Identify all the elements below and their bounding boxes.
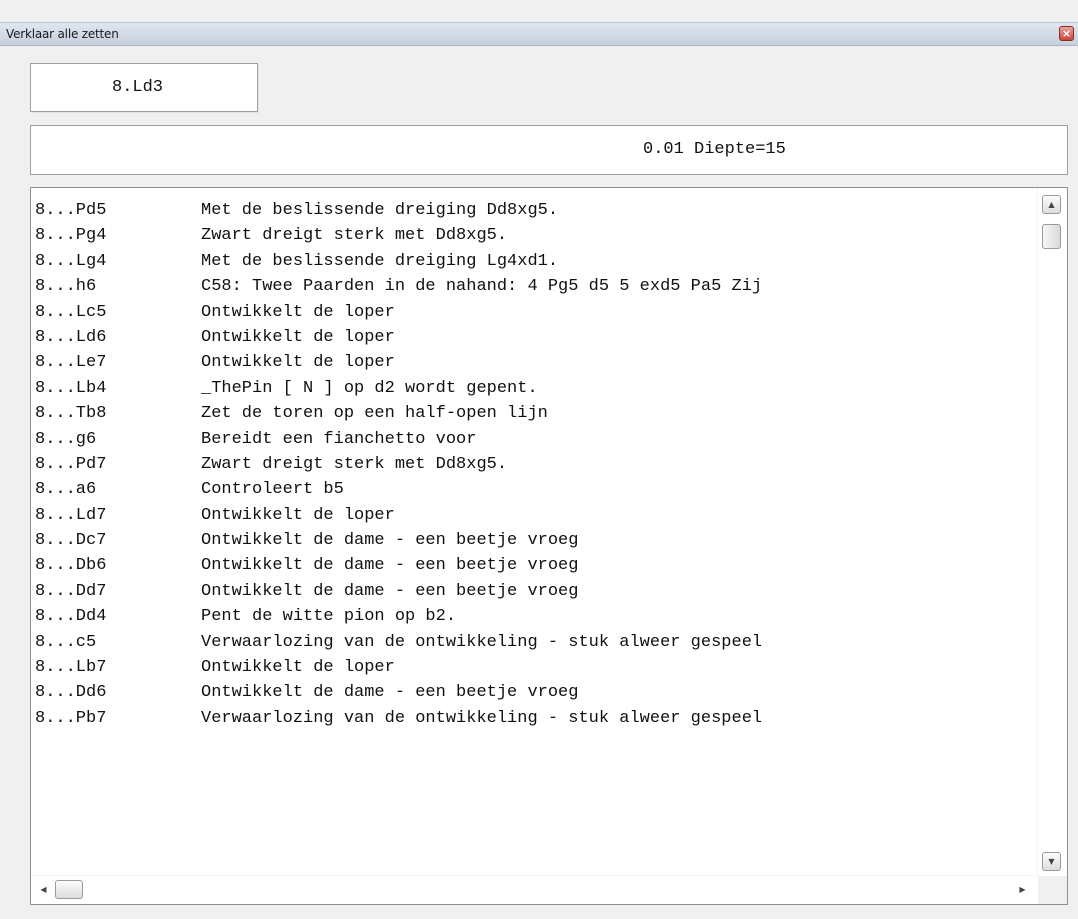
horizontal-scrollbar[interactable]: ◀ ▶	[31, 875, 1039, 904]
move-explanation: Zwart dreigt sterk met Dd8xg5.	[201, 454, 508, 474]
vertical-scroll-thumb[interactable]	[1042, 224, 1061, 249]
vertical-scrollbar[interactable]: ▲ ▼	[1037, 188, 1067, 878]
move-explanation: Ontwikkelt de loper	[201, 302, 395, 322]
move-explanation: Pent de witte pion op b2.	[201, 607, 457, 627]
move-notation: 8...Lg4	[35, 251, 107, 271]
list-item[interactable]: 8...Dc7 Ontwikkelt de dame - een beetje v…	[35, 528, 1037, 553]
current-move-field: 8.Ld3	[30, 63, 258, 112]
move-explanation: Ontwikkelt de dame - een beetje vroeg	[201, 531, 579, 551]
explain-moves-window: Verklaar alle zetten × 8.Ld3 0.01 Diepte…	[0, 0, 1078, 919]
move-explanation: Ontwikkelt de dame - een beetje vroeg	[201, 581, 579, 601]
move-explanation: Met de beslissende dreiging Dd8xg5.	[201, 201, 559, 220]
list-item[interactable]: 8...Lg4 Met de beslissende dreiging Lg4xd…	[35, 249, 1037, 274]
list-item[interactable]: 8...a6 Controleert b5	[35, 477, 1037, 502]
move-explanation: Ontwikkelt de loper	[201, 658, 395, 678]
move-explanation: Met de beslissende dreiging Lg4xd1.	[201, 251, 559, 271]
list-item[interactable]: 8...Dd6 Ontwikkelt de dame - een beetje v…	[35, 680, 1037, 705]
window-title: Verklaar alle zetten	[6, 27, 119, 41]
list-item[interactable]: 8...Dd4 Pent de witte pion op b2.	[35, 604, 1037, 629]
move-notation: 8...Lb4	[35, 378, 107, 398]
move-explanation: Ontwikkelt de dame - een beetje vroeg	[201, 683, 579, 703]
move-explanation: Ontwikkelt de loper	[201, 353, 395, 373]
move-notation: 8...Ld6	[35, 327, 107, 347]
scrollbar-corner	[1038, 876, 1067, 904]
move-explanation: Verwaarlozing van de ontwikkeling - stuk…	[201, 632, 763, 652]
list-item[interactable]: 8...Lc5 Ontwikkelt de loper	[35, 300, 1037, 325]
scroll-right-arrow-icon[interactable]: ▶	[1013, 880, 1032, 899]
move-explanation: Ontwikkelt de loper	[201, 505, 395, 525]
move-notation: 8...Pb7	[35, 708, 107, 728]
move-explanation: _ThePin [ N ] op d2 wordt gepent.	[201, 378, 538, 398]
move-notation: 8...Dc7	[35, 531, 107, 551]
list-item[interactable]: 8...Lb7 Ontwikkelt de loper	[35, 655, 1037, 680]
move-notation: 8...Pd5	[35, 201, 107, 220]
move-explanation: Bereidt een fianchetto voor	[201, 429, 477, 449]
move-notation: 8...Lc5	[35, 302, 107, 322]
move-explanation: Ontwikkelt de dame - een beetje vroeg	[201, 556, 579, 576]
move-notation: 8...c5	[35, 632, 97, 652]
move-notation: 8...Pg4	[35, 226, 107, 246]
evaluation-field: 0.01 Diepte=15	[30, 125, 1068, 175]
move-explanation: Zwart dreigt sterk met Dd8xg5.	[201, 226, 508, 246]
list-item[interactable]: 8...Pd7 Zwart dreigt sterk met Dd8xg5.	[35, 452, 1037, 477]
move-notation: 8...a6	[35, 480, 97, 500]
list-item[interactable]: 8...g6 Bereidt een fianchetto voor	[35, 427, 1037, 452]
close-button[interactable]: ×	[1059, 26, 1074, 41]
move-notation: 8...Lb7	[35, 658, 107, 678]
title-bar: Verklaar alle zetten ×	[0, 22, 1078, 46]
list-item[interactable]: 8...c5 Verwaarlozing van de ontwikkeling …	[35, 630, 1037, 655]
move-notation: 8...Tb8	[35, 404, 107, 424]
move-notation: 8...Pd7	[35, 454, 107, 474]
move-notation: 8...Dd7	[35, 581, 107, 601]
move-notation: 8...Le7	[35, 353, 107, 373]
horizontal-scroll-thumb[interactable]	[55, 880, 83, 899]
move-notation: 8...Dd4	[35, 607, 107, 627]
move-notation: 8...Dd6	[35, 683, 107, 703]
move-explanation: Controleert b5	[201, 480, 344, 500]
list-item[interactable]: 8...Pg4 Zwart dreigt sterk met Dd8xg5.	[35, 223, 1037, 248]
list-item[interactable]: 8...Tb8 Zet de toren op een half-open lij…	[35, 401, 1037, 426]
move-explanation: Ontwikkelt de loper	[201, 327, 395, 347]
scroll-down-arrow-icon[interactable]: ▼	[1042, 852, 1061, 871]
list-item[interactable]: 8...h6 C58: Twee Paarden in de nahand: 4 …	[35, 274, 1037, 299]
list-item[interactable]: 8...Lb4 _ThePin [ N ] op d2 wordt gepent.	[35, 376, 1037, 401]
list-item[interactable]: 8...Pb7 Verwaarlozing van de ontwikkeling…	[35, 706, 1037, 731]
scroll-up-arrow-icon[interactable]: ▲	[1042, 195, 1061, 214]
list-item[interactable]: 8...Le7 Ontwikkelt de loper	[35, 350, 1037, 375]
list-item[interactable]: 8...Ld7 Ontwikkelt de loper	[35, 503, 1037, 528]
move-explanation: Verwaarlozing van de ontwikkeling - stuk…	[201, 708, 763, 728]
list-item[interactable]: 8...Dd7 Ontwikkelt de dame - een beetje v…	[35, 579, 1037, 604]
scroll-left-arrow-icon[interactable]: ◀	[34, 880, 53, 899]
moves-list-rows: 8...Pd5 Met de beslissende dreiging Dd8xg…	[35, 198, 1037, 731]
moves-list[interactable]: 8...Pd5 Met de beslissende dreiging Dd8xg…	[30, 187, 1068, 905]
move-notation: 8...Ld7	[35, 505, 107, 525]
list-item[interactable]: 8...Ld6 Ontwikkelt de loper	[35, 325, 1037, 350]
move-notation: 8...g6	[35, 429, 97, 449]
move-notation: 8...Db6	[35, 556, 107, 576]
move-notation: 8...h6	[35, 277, 97, 297]
list-item[interactable]: 8...Db6 Ontwikkelt de dame - een beetje v…	[35, 553, 1037, 578]
list-item[interactable]: 8...Pd5 Met de beslissende dreiging Dd8xg…	[35, 198, 1037, 223]
move-explanation: C58: Twee Paarden in de nahand: 4 Pg5 d5…	[201, 277, 763, 297]
move-explanation: Zet de toren op een half-open lijn	[201, 404, 548, 424]
close-icon: ×	[1061, 27, 1072, 40]
